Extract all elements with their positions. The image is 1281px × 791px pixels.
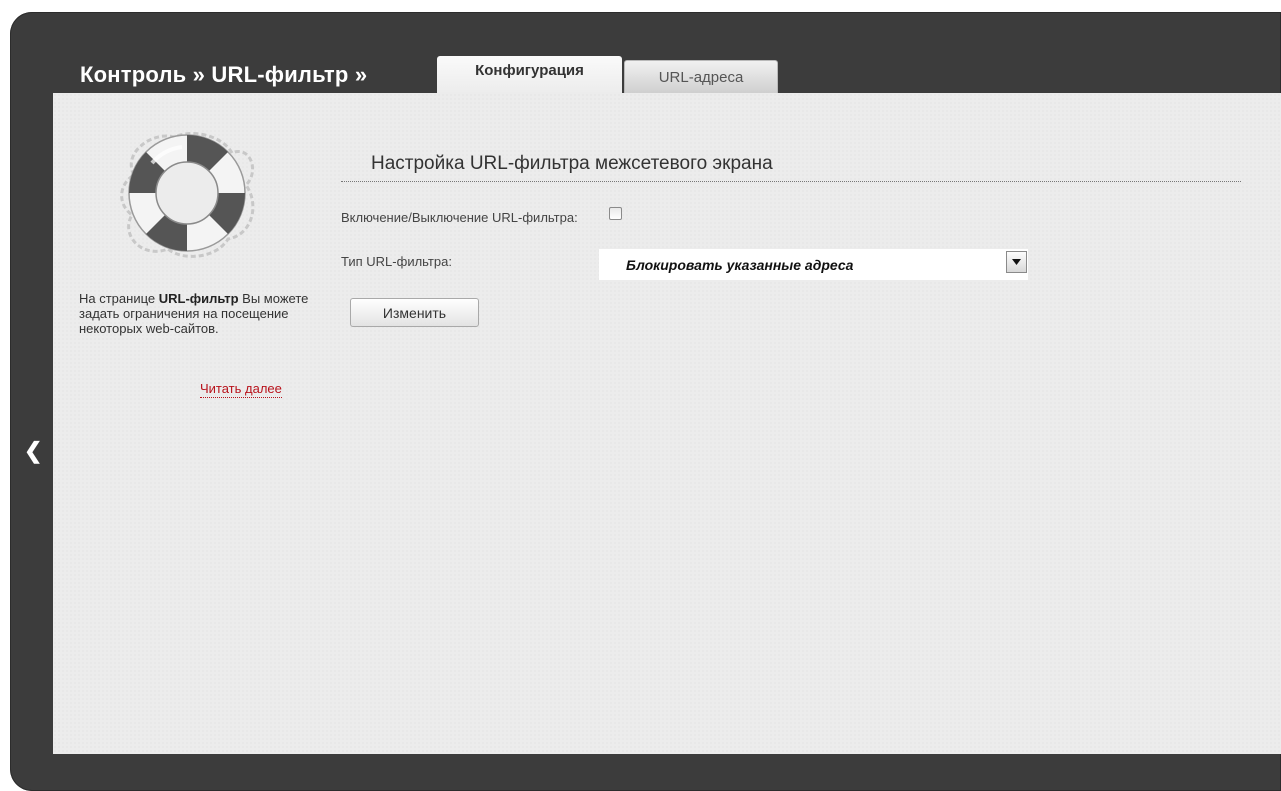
tab-configuration[interactable]: Конфигурация bbox=[437, 56, 622, 94]
enable-filter-checkbox[interactable] bbox=[609, 207, 622, 220]
section-title: Настройка URL-фильтра межсетевого экрана bbox=[371, 153, 773, 174]
change-button[interactable]: Изменить bbox=[350, 298, 479, 327]
filter-type-value: Блокировать указанные адреса bbox=[626, 257, 854, 273]
dropdown-arrow-icon[interactable] bbox=[1006, 251, 1027, 273]
filter-type-label: Тип URL-фильтра: bbox=[341, 254, 452, 269]
lifebuoy-icon bbox=[112, 123, 262, 263]
read-more-link[interactable]: Читать далее bbox=[200, 381, 282, 398]
help-description: На странице URL-фильтр Вы можете задать … bbox=[79, 291, 309, 336]
help-prefix: На странице bbox=[79, 291, 159, 306]
chevron-left-icon[interactable]: ❮ bbox=[24, 440, 42, 462]
tab-url-addresses[interactable]: URL-адреса bbox=[624, 60, 778, 93]
enable-filter-label: Включение/Выключение URL-фильтра: bbox=[341, 210, 578, 225]
help-page-name: URL-фильтр bbox=[158, 291, 239, 306]
section-divider bbox=[341, 181, 1241, 182]
page-breadcrumb: Контроль » URL-фильтр » bbox=[80, 62, 368, 87]
filter-type-select[interactable]: Блокировать указанные адреса bbox=[599, 249, 1028, 280]
